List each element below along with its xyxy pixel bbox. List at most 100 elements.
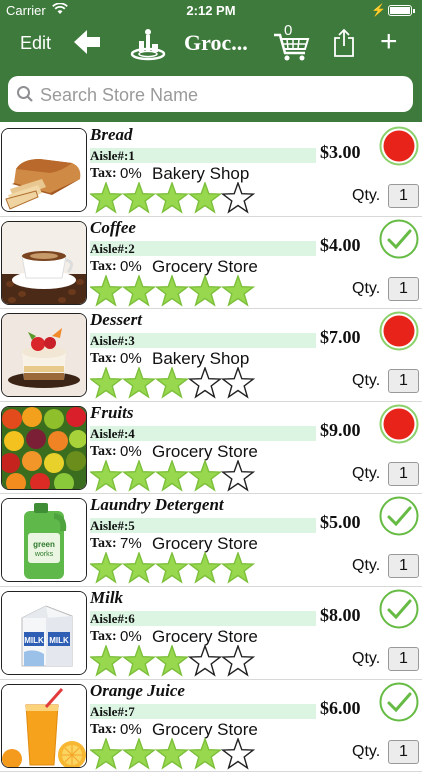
item-image[interactable] <box>1 313 87 398</box>
star-icon[interactable] <box>187 644 223 677</box>
purchase-status-button[interactable] <box>379 589 419 629</box>
item-image[interactable] <box>1 220 87 305</box>
quantity-field[interactable]: 1 <box>388 369 419 394</box>
star-icon[interactable] <box>220 552 256 584</box>
star-rating[interactable] <box>90 644 256 677</box>
quantity-field[interactable]: 1 <box>388 461 419 486</box>
svg-text:MILK: MILK <box>49 636 69 645</box>
search-field[interactable] <box>8 76 413 112</box>
aisle-number: Aisle#:7 <box>90 703 135 719</box>
quantity-field[interactable]: 1 <box>388 646 419 671</box>
purchase-status-button[interactable] <box>379 219 419 259</box>
purchase-status-button[interactable] <box>379 404 419 444</box>
checkmark-icon[interactable] <box>379 682 419 722</box>
list-item[interactable]: Coffee Aisle#:2 $4.00 Tax: 0% Grocery Store Qt… <box>0 217 422 310</box>
star-icon[interactable] <box>121 459 157 492</box>
back-arrow-icon[interactable] <box>72 28 102 61</box>
aisle-number: Aisle#:5 <box>90 518 135 534</box>
star-icon[interactable] <box>187 552 223 584</box>
red-circle-icon[interactable] <box>379 404 419 444</box>
star-icon[interactable] <box>90 274 124 307</box>
star-rating[interactable] <box>90 182 256 214</box>
star-icon[interactable] <box>90 552 124 584</box>
star-rating[interactable] <box>90 552 256 584</box>
cart-icon[interactable] <box>272 23 312 63</box>
charging-icon: ⚡ <box>371 3 386 17</box>
star-icon[interactable] <box>220 367 256 399</box>
quantity-field[interactable]: 1 <box>388 276 419 301</box>
star-icon[interactable] <box>90 644 124 677</box>
checkmark-icon[interactable] <box>379 219 419 259</box>
qty-label: Qty. <box>352 279 381 297</box>
list-item[interactable]: Orange Juice Aisle#:7 $6.00 Tax: 0% Grocery S… <box>0 680 422 772</box>
checkmark-icon[interactable] <box>379 496 419 536</box>
tax-value: 0% <box>120 627 142 645</box>
checkmark-icon[interactable] <box>379 589 419 629</box>
item-image[interactable] <box>1 128 87 212</box>
star-rating[interactable] <box>90 459 256 492</box>
star-icon[interactable] <box>154 367 190 399</box>
star-icon[interactable] <box>187 274 223 307</box>
item-name: Milk <box>90 587 124 607</box>
purchase-status-button[interactable] <box>379 126 419 166</box>
star-icon[interactable] <box>220 182 256 214</box>
quantity-field[interactable]: 1 <box>388 184 419 208</box>
store-icon[interactable] <box>130 27 166 66</box>
aisle-number: Aisle#:3 <box>90 333 135 349</box>
star-icon[interactable] <box>154 644 190 677</box>
store-name: Grocery Store <box>152 534 258 554</box>
star-icon[interactable] <box>154 274 190 307</box>
item-list: Bread Aisle#:1 $3.00 Tax: 0% Bakery Shop Qty. 1… <box>0 124 422 772</box>
plus-icon[interactable]: + <box>380 25 398 59</box>
star-icon[interactable] <box>187 737 223 770</box>
list-item[interactable]: MILK MILK Milk Aisle#:6 $8.00 Tax: 0% Grocery S… <box>0 587 422 680</box>
star-icon[interactable] <box>121 737 157 770</box>
star-icon[interactable] <box>220 274 256 307</box>
star-icon[interactable] <box>90 182 124 214</box>
star-icon[interactable] <box>90 737 124 770</box>
star-icon[interactable] <box>121 644 157 677</box>
star-rating[interactable] <box>90 274 256 307</box>
edit-button[interactable]: Edit <box>20 33 51 54</box>
star-icon[interactable] <box>187 182 223 214</box>
item-image[interactable]: MILK MILK <box>1 590 87 675</box>
star-icon[interactable] <box>187 367 223 399</box>
item-image[interactable]: green works <box>1 498 87 583</box>
star-icon[interactable] <box>121 367 157 399</box>
purchase-status-button[interactable] <box>379 496 419 536</box>
star-icon[interactable] <box>220 459 256 492</box>
star-icon[interactable] <box>154 552 190 584</box>
list-item[interactable]: Fruits Aisle#:4 $9.00 Tax: 0% Grocery Store Qt… <box>0 402 422 495</box>
star-rating[interactable] <box>90 737 256 770</box>
star-icon[interactable] <box>121 182 157 214</box>
store-name: Bakery Shop <box>152 349 250 369</box>
item-image[interactable] <box>1 405 87 490</box>
star-icon[interactable] <box>90 459 124 492</box>
item-image[interactable] <box>1 683 87 768</box>
star-icon[interactable] <box>154 459 190 492</box>
qty-label: Qty. <box>352 464 381 482</box>
star-icon[interactable] <box>154 182 190 214</box>
red-circle-icon[interactable] <box>379 126 419 166</box>
purchase-status-button[interactable] <box>379 311 419 351</box>
search-input[interactable] <box>38 82 402 108</box>
star-icon[interactable] <box>220 737 256 770</box>
quantity-field[interactable]: 1 <box>388 739 419 764</box>
list-item[interactable]: Bread Aisle#:1 $3.00 Tax: 0% Bakery Shop Qty. 1 <box>0 124 422 217</box>
star-icon[interactable] <box>90 367 124 399</box>
star-icon[interactable] <box>187 459 223 492</box>
quantity-field[interactable]: 1 <box>388 554 419 579</box>
list-item[interactable]: green works Laundry Detergent Aisle#:5 $5.00… <box>0 494 422 587</box>
star-icon[interactable] <box>220 644 256 677</box>
item-name: Laundry Detergent <box>90 495 224 515</box>
store-name: Grocery Store <box>152 256 258 276</box>
star-rating[interactable] <box>90 367 256 399</box>
share-icon[interactable] <box>332 28 356 63</box>
tax-label: Tax: <box>90 721 117 737</box>
purchase-status-button[interactable] <box>379 682 419 722</box>
star-icon[interactable] <box>154 737 190 770</box>
star-icon[interactable] <box>121 552 157 584</box>
red-circle-icon[interactable] <box>379 311 419 351</box>
star-icon[interactable] <box>121 274 157 307</box>
list-item[interactable]: Dessert Aisle#:3 $7.00 Tax: 0% Bakery Shop Qty… <box>0 309 422 402</box>
